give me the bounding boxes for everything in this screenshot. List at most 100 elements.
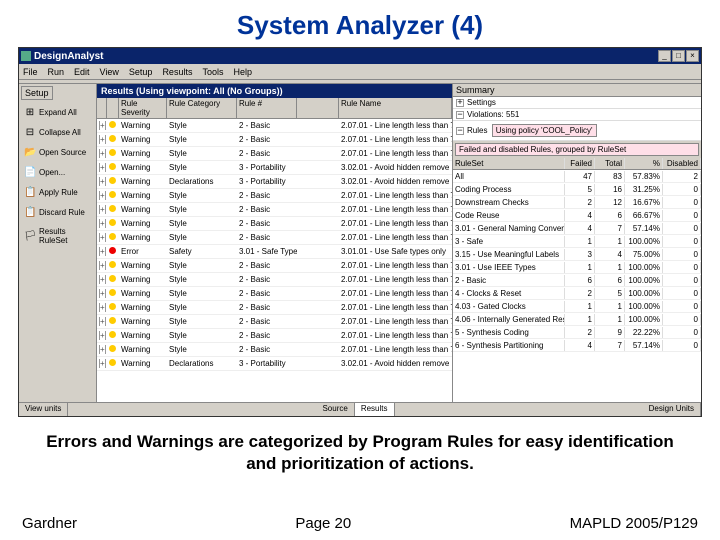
expand-icon[interactable]: + xyxy=(99,163,106,172)
expand-icon[interactable]: + xyxy=(99,149,106,158)
col-spacer[interactable] xyxy=(297,98,339,118)
col-disabled[interactable]: Disabled xyxy=(663,158,701,169)
expand-icon[interactable]: + xyxy=(99,317,106,326)
table-row[interactable]: +WarningStyle3 - Portability3.02.01 - Av… xyxy=(97,161,452,175)
sidebar-item[interactable]: ⊞Expand All xyxy=(21,103,94,122)
col-failed[interactable]: Failed xyxy=(565,158,595,169)
table-row[interactable]: +WarningStyle2 - Basic2.07.01 - Line len… xyxy=(97,343,452,357)
cell-pct: 57.14% xyxy=(625,340,663,351)
sidebar-item[interactable]: 🏳Results RuleSet xyxy=(21,223,94,249)
menu-run[interactable]: Run xyxy=(48,67,65,77)
summary-row[interactable]: All478357.83%2 xyxy=(453,170,701,183)
tab-results[interactable]: Results xyxy=(355,403,395,416)
menu-tools[interactable]: Tools xyxy=(202,67,223,77)
summary-row[interactable]: Downstream Checks21216.67%0 xyxy=(453,196,701,209)
menu-file[interactable]: File xyxy=(23,67,38,77)
table-row[interactable]: +WarningStyle2 - Basic2.07.01 - Line len… xyxy=(97,189,452,203)
menu-setup[interactable]: Setup xyxy=(129,67,153,77)
col-total[interactable]: Total xyxy=(595,158,625,169)
minimize-button[interactable]: _ xyxy=(658,50,671,62)
maximize-button[interactable]: □ xyxy=(672,50,685,62)
col-ruleset[interactable]: Rule # xyxy=(237,98,297,118)
cell-total: 1 xyxy=(595,236,625,247)
minus-icon[interactable]: − xyxy=(456,127,464,135)
table-row[interactable]: +WarningStyle2 - Basic2.07.01 - Line len… xyxy=(97,259,452,273)
sidebar-item[interactable]: ⊟Collapse All xyxy=(21,123,94,142)
sidebar-item[interactable]: 📂Open Source xyxy=(21,143,94,162)
summary-row[interactable]: 3 - Safe11100.00%0 xyxy=(453,235,701,248)
expand-icon[interactable]: + xyxy=(99,247,106,256)
expand-icon[interactable]: + xyxy=(99,121,106,130)
expand-icon[interactable]: + xyxy=(99,275,106,284)
titlebar[interactable]: DesignAnalyst _ □ × xyxy=(19,48,701,64)
expand-icon[interactable]: + xyxy=(99,205,106,214)
cell-ruleset: 2 - Basic xyxy=(237,303,297,312)
table-row[interactable]: +WarningStyle2 - Basic2.07.01 - Line len… xyxy=(97,231,452,245)
menu-edit[interactable]: Edit xyxy=(74,67,90,77)
menu-help[interactable]: Help xyxy=(233,67,252,77)
table-row[interactable]: +WarningStyle2 - Basic2.07.01 - Line len… xyxy=(97,203,452,217)
table-row[interactable]: +WarningStyle2 - Basic2.07.01 - Line len… xyxy=(97,217,452,231)
minus-icon[interactable]: − xyxy=(456,111,464,119)
table-row[interactable]: +WarningDeclarations3 - Portability3.02.… xyxy=(97,357,452,371)
tab-source[interactable]: Source xyxy=(316,403,354,416)
expand-icon[interactable]: + xyxy=(99,191,106,200)
summary-row[interactable]: 4.06 - Internally Generated Resets11100.… xyxy=(453,313,701,326)
table-row[interactable]: +WarningDeclarations3 - Portability3.02.… xyxy=(97,175,452,189)
col-rulename[interactable]: Rule Name xyxy=(339,98,452,118)
sidebar-tab[interactable]: Setup xyxy=(21,86,53,100)
expand-icon[interactable]: + xyxy=(99,303,106,312)
tab-designunits[interactable]: Design Units xyxy=(643,403,701,416)
expand-icon[interactable]: + xyxy=(99,289,106,298)
expand-icon[interactable]: + xyxy=(99,345,106,354)
results-grid[interactable]: +WarningStyle2 - Basic2.07.01 - Line len… xyxy=(97,119,452,402)
col-severity[interactable]: Rule Severity xyxy=(119,98,167,118)
col-category[interactable]: Rule Category xyxy=(167,98,237,118)
summary-row[interactable]: 4.03 - Gated Clocks11100.00%0 xyxy=(453,300,701,313)
summary-row[interactable]: 2 - Basic66100.00%0 xyxy=(453,274,701,287)
summary-row[interactable]: 4 - Clocks & Reset25100.00%0 xyxy=(453,287,701,300)
table-row[interactable]: +WarningStyle2 - Basic2.07.01 - Line len… xyxy=(97,287,452,301)
close-button[interactable]: × xyxy=(686,50,699,62)
summary-grid[interactable]: RuleSet Failed Total % Disabled All47835… xyxy=(453,158,701,402)
summary-row[interactable]: 5 - Synthesis Coding2922.22%0 xyxy=(453,326,701,339)
col-expand[interactable] xyxy=(97,98,107,118)
table-row[interactable]: +WarningStyle2 - Basic2.07.01 - Line len… xyxy=(97,133,452,147)
table-row[interactable]: +WarningStyle2 - Basic2.07.01 - Line len… xyxy=(97,273,452,287)
table-row[interactable]: +WarningStyle2 - Basic2.07.01 - Line len… xyxy=(97,147,452,161)
col-pct[interactable]: % xyxy=(625,158,663,169)
table-row[interactable]: +WarningStyle2 - Basic2.07.01 - Line len… xyxy=(97,315,452,329)
summary-row[interactable]: 6 - Synthesis Partitioning4757.14%0 xyxy=(453,339,701,352)
plus-icon[interactable]: + xyxy=(456,99,464,107)
table-row[interactable]: +WarningStyle2 - Basic2.07.01 - Line len… xyxy=(97,119,452,133)
cell-ruleset: All xyxy=(453,171,565,182)
expand-icon[interactable]: + xyxy=(99,261,106,270)
sidebar-item[interactable]: 📋Apply Rule xyxy=(21,183,94,202)
summary-settings[interactable]: +Settings xyxy=(453,97,701,109)
summary-row[interactable]: Code Reuse4666.67%0 xyxy=(453,209,701,222)
menu-results[interactable]: Results xyxy=(162,67,192,77)
cell-pct: 22.22% xyxy=(625,327,663,338)
expand-icon[interactable]: + xyxy=(99,177,106,186)
cell-total: 5 xyxy=(595,288,625,299)
table-row[interactable]: +WarningStyle2 - Basic2.07.01 - Line len… xyxy=(97,329,452,343)
col-sev-icon[interactable] xyxy=(107,98,119,118)
menu-view[interactable]: View xyxy=(100,67,119,77)
col-ruleset[interactable]: RuleSet xyxy=(453,158,565,169)
table-row[interactable]: +WarningStyle2 - Basic2.07.01 - Line len… xyxy=(97,301,452,315)
summary-row[interactable]: 3.01 - General Naming Convention4757.14%… xyxy=(453,222,701,235)
expand-icon[interactable]: + xyxy=(99,359,106,368)
tab-viewunits[interactable]: View units xyxy=(19,403,68,416)
sidebar-item[interactable]: 📋Discard Rule xyxy=(21,203,94,222)
expand-icon[interactable]: + xyxy=(99,135,106,144)
table-row[interactable]: +ErrorSafety3.01 - Safe Types3.01.01 - U… xyxy=(97,245,452,259)
expand-icon[interactable]: + xyxy=(99,331,106,340)
summary-violations[interactable]: −Violations: 551 xyxy=(453,109,701,121)
summary-row[interactable]: 3.01 - Use IEEE Types11100.00%0 xyxy=(453,261,701,274)
summary-row[interactable]: 3.15 - Use Meaningful Labels3475.00%0 xyxy=(453,248,701,261)
sidebar-item[interactable]: 📄Open... xyxy=(21,163,94,182)
summary-rules[interactable]: −Rules Using policy 'COOL_Policy' xyxy=(453,121,701,141)
expand-icon[interactable]: + xyxy=(99,219,106,228)
expand-icon[interactable]: + xyxy=(99,233,106,242)
summary-row[interactable]: Coding Process51631.25%0 xyxy=(453,183,701,196)
